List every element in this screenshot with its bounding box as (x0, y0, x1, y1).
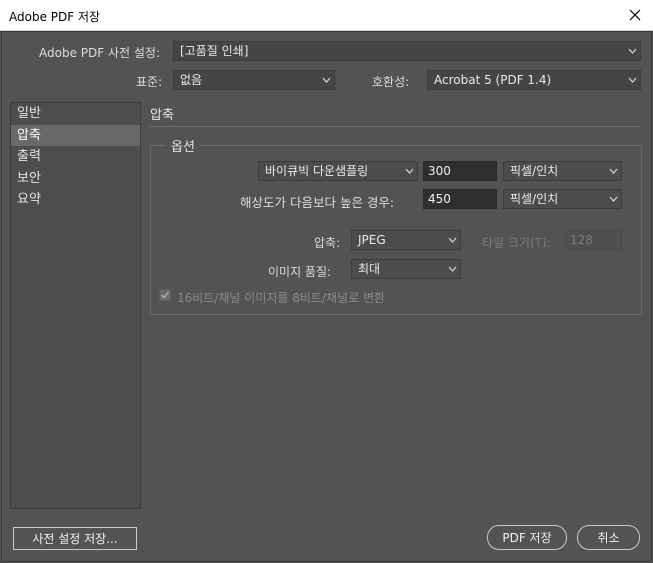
chevron-down-icon (628, 77, 637, 83)
cancel-label: 취소 (597, 531, 620, 545)
window-title: Adobe PDF 저장 (9, 10, 101, 24)
chevron-down-icon (448, 237, 457, 243)
sidebar-item-label: 출력 (17, 149, 41, 164)
section-divider (150, 126, 641, 127)
sidebar-item-label: 압축 (17, 127, 41, 143)
chevron-down-icon (628, 48, 637, 54)
sidebar-item-general[interactable]: 일반 (11, 103, 140, 125)
convert-16bit-checkbox[interactable] (159, 289, 171, 301)
options-legend: 옵션 (166, 136, 200, 155)
chevron-down-icon (448, 266, 457, 272)
sidebar-item-compression[interactable]: 압축 (11, 124, 140, 146)
chevron-down-icon (322, 77, 331, 83)
save-pdf-button[interactable]: PDF 저장 (487, 525, 567, 550)
resample-method-dropdown[interactable]: 바이큐빅 다운샘플링 (258, 161, 418, 181)
threshold-value: 450 (428, 192, 451, 206)
cancel-button[interactable]: 취소 (577, 525, 640, 550)
title-bar: Adobe PDF 저장 (0, 0, 653, 31)
quality-value: 최대 (358, 262, 381, 276)
sidebar-item-summary[interactable]: 요약 (11, 189, 140, 211)
standard-value: 없음 (180, 73, 203, 87)
standard-dropdown[interactable]: 없음 (173, 70, 335, 90)
quality-dropdown[interactable]: 최대 (351, 259, 461, 279)
sidebar-item-label: 요약 (17, 192, 41, 207)
compat-value: Acrobat 5 (PDF 1.4) (434, 73, 552, 87)
section-title: 압축 (150, 108, 174, 123)
threshold-unit-value: 픽셀/인치 (510, 192, 559, 206)
threshold-unit-dropdown[interactable]: 픽셀/인치 (503, 189, 622, 209)
convert-16bit-label: 16비트/채널 이미지를 8비트/채널로 변환 (177, 291, 386, 305)
close-button[interactable] (617, 0, 653, 30)
compression-label: 압축: (314, 236, 341, 250)
compression-value: JPEG (358, 233, 386, 247)
close-icon (629, 9, 641, 21)
preset-dropdown[interactable]: [고품질 인쇄] (173, 41, 641, 61)
sidebar-item-security[interactable]: 보안 (11, 168, 140, 190)
save-preset-button[interactable]: 사전 설정 저장... (13, 527, 137, 550)
resample-unit-value: 픽셀/인치 (510, 164, 559, 178)
resample-resolution-value: 300 (428, 164, 451, 178)
compat-dropdown[interactable]: Acrobat 5 (PDF 1.4) (427, 70, 641, 90)
compat-label: 호환성: (372, 75, 410, 89)
sidebar-item-output[interactable]: 출력 (11, 146, 140, 168)
sidebar-item-label: 일반 (17, 106, 41, 121)
save-pdf-label: PDF 저장 (502, 531, 552, 545)
chevron-down-icon (405, 168, 414, 174)
preset-label: Adobe PDF 사전 설정: (39, 46, 160, 60)
resample-resolution-input[interactable]: 300 (423, 161, 497, 181)
tile-size-value: 128 (570, 233, 593, 247)
tile-size-label: 타일 크기(T): (482, 236, 551, 250)
preset-value: [고품질 인쇄] (180, 44, 249, 58)
compression-dropdown[interactable]: JPEG (351, 230, 461, 250)
sidebar: 일반 압축 출력 보안 요약 (10, 102, 141, 509)
resample-unit-dropdown[interactable]: 픽셀/인치 (503, 161, 622, 181)
sidebar-item-label: 보안 (17, 170, 41, 186)
standard-label: 표준: (136, 75, 163, 89)
threshold-label: 해상도가 다음보다 높은 경우: (240, 195, 395, 210)
threshold-input[interactable]: 450 (423, 189, 497, 209)
chevron-down-icon (609, 168, 618, 174)
resample-method-value: 바이큐빅 다운샘플링 (265, 164, 369, 178)
save-preset-label: 사전 설정 저장... (32, 532, 118, 546)
checkmark-icon (160, 291, 170, 299)
tile-size-input[interactable]: 128 (565, 230, 622, 250)
quality-label: 이미지 품질: (268, 265, 332, 279)
chevron-down-icon (609, 196, 618, 202)
